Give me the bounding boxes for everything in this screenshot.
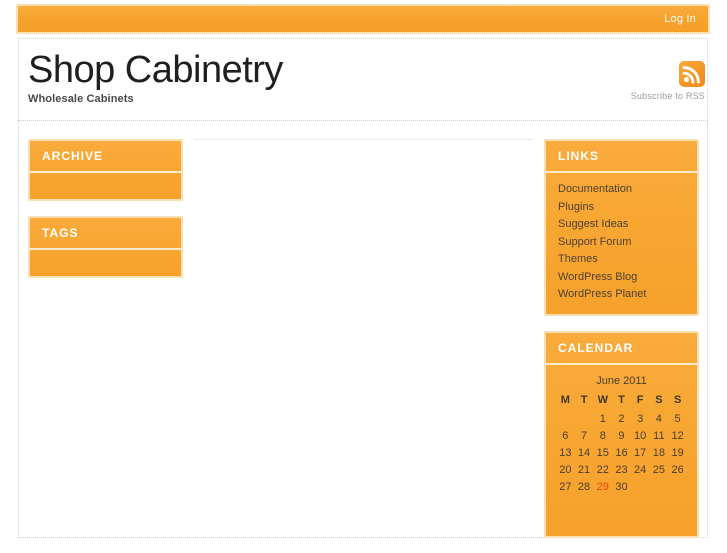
calendar-week-row: 27 28 29 30 [556,479,687,496]
calendar-day-10[interactable]: 10 [631,428,650,445]
link-suggest-ideas[interactable]: Suggest Ideas [558,216,685,234]
calendar-weekday-2: W [597,393,608,406]
calendar-day-14[interactable]: 14 [575,445,594,462]
link-wordpress-planet[interactable]: WordPress Planet [558,286,685,304]
calendar-day-5[interactable]: 5 [668,411,687,428]
calendar-day-17[interactable]: 17 [631,445,650,462]
list-item: WordPress Planet [558,286,685,304]
calendar-day-empty [575,411,594,428]
link-themes[interactable]: Themes [558,251,685,269]
list-item: Support Forum [558,234,685,252]
site-description: Wholesale Cabinets [28,93,134,105]
widget-calendar-title: CALENDAR [546,333,697,365]
calendar-day-6[interactable]: 6 [556,428,575,445]
calendar-week-row: 13 14 15 16 17 18 19 [556,445,687,462]
calendar-week-row: 12345 [556,411,687,428]
subscribe-to-rss-link[interactable]: Subscribe to RSS [595,61,705,101]
widget-links-body: Documentation Plugins Suggest Ideas Supp… [546,173,697,314]
calendar-day-3[interactable]: 3 [631,411,650,428]
site-title[interactable]: Shop Cabinetry [28,48,448,92]
widget-archive: ARCHIVE [28,139,183,201]
calendar-day-28[interactable]: 28 [575,479,594,496]
calendar-day-9[interactable]: 9 [612,428,631,445]
list-item: Documentation [558,181,685,199]
calendar-day-30[interactable]: 30 [612,479,631,496]
calendar-day-29[interactable]: 29 [593,479,612,496]
rss-icon[interactable] [679,61,705,87]
sidebar-left: ARCHIVE TAGS [28,139,183,293]
calendar-day-empty [556,411,575,428]
calendar-day-8[interactable]: 8 [593,428,612,445]
widget-tags: TAGS [28,216,183,278]
calendar-weekday-4: F [636,393,644,406]
top-login-bar-inner: Log In [18,6,708,32]
calendar-day-24[interactable]: 24 [631,462,650,479]
widget-links-title: LINKS [546,141,697,173]
calendar-day-empty [631,479,650,496]
calendar-day-25[interactable]: 25 [650,462,669,479]
calendar-day-16[interactable]: 16 [612,445,631,462]
top-login-bar: Log In [16,4,710,34]
login-link[interactable]: Log In [664,13,696,25]
calendar-day-empty [668,479,687,496]
calendar-day-19[interactable]: 19 [668,445,687,462]
sidebar-right: LINKS Documentation Plugins Suggest Idea… [544,139,699,553]
calendar-day-1[interactable]: 1 [593,411,612,428]
calendar-table: June 2011 MTWTFSS 1 2 3 4 5 6 7 8 9 10 11 12 13 14 15 1… [556,371,687,496]
calendar-day-4[interactable]: 4 [650,411,669,428]
link-wordpress-blog[interactable]: WordPress Blog [558,269,685,287]
calendar-day-empty [650,479,669,496]
widget-tags-body [30,250,181,276]
calendar-weekday-0: M [560,393,570,406]
site-branding: Shop Cabinetry Wholesale Cabinets [28,48,448,106]
link-documentation[interactable]: Documentation [558,181,685,199]
main-content-area [195,139,533,520]
link-support-forum[interactable]: Support Forum [558,234,685,252]
widget-tags-title: TAGS [30,218,181,250]
calendar-day-26[interactable]: 26 [668,462,687,479]
widget-links: LINKS Documentation Plugins Suggest Idea… [544,139,699,316]
calendar-day-27[interactable]: 27 [556,479,575,496]
widget-calendar: CALENDAR June 2011 MTWTFSS 1 2 3 4 5 6 7 8 9 10 11… [544,330,699,538]
widget-archive-body [30,173,181,199]
list-item: Themes [558,251,685,269]
calendar-day-7[interactable]: 7 [575,428,594,445]
rss-label: Subscribe to RSS [630,91,705,101]
calendar-day-21[interactable]: 21 [575,462,594,479]
calendar-day-15[interactable]: 15 [593,445,612,462]
calendar-weekday-5: S [655,393,663,406]
widget-calendar-body: June 2011 MTWTFSS 1 2 3 4 5 6 7 8 9 10 11 12 13 14 15 1… [546,365,697,536]
calendar-weekday-row: MTWTFSS [556,392,687,411]
calendar-day-20[interactable]: 20 [556,462,575,479]
widget-archive-title: ARCHIVE [30,141,181,173]
calendar-week-row: 6 7 8 9 10 11 12 [556,428,687,445]
list-item: Suggest Ideas [558,216,685,234]
calendar-caption: June 2011 [596,374,647,387]
calendar-day-18[interactable]: 18 [650,445,669,462]
calendar-weekday-1: T [580,393,588,406]
calendar-weekday-3: T [618,393,625,406]
calendar-head: MTWTFSS [556,392,687,411]
calendar-day-23[interactable]: 23 [612,462,631,479]
calendar-day-13[interactable]: 13 [556,445,575,462]
calendar-day-2[interactable]: 2 [612,411,631,428]
link-plugins[interactable]: Plugins [558,199,685,217]
links-list: Documentation Plugins Suggest Ideas Supp… [558,181,685,304]
list-item: Plugins [558,199,685,217]
calendar-day-11[interactable]: 11 [650,428,669,445]
list-item: WordPress Blog [558,269,685,287]
calendar-week-row: 20 21 22 23 24 25 26 [556,462,687,479]
calendar-day-12[interactable]: 12 [668,428,687,445]
calendar-day-22[interactable]: 22 [593,462,612,479]
calendar-body: 1 2 3 4 5 6 7 8 9 10 11 12 13 14 15 16 17 18 19 20 21 22 23 24 2… [556,411,687,496]
calendar-weekday-6: S [673,393,682,406]
